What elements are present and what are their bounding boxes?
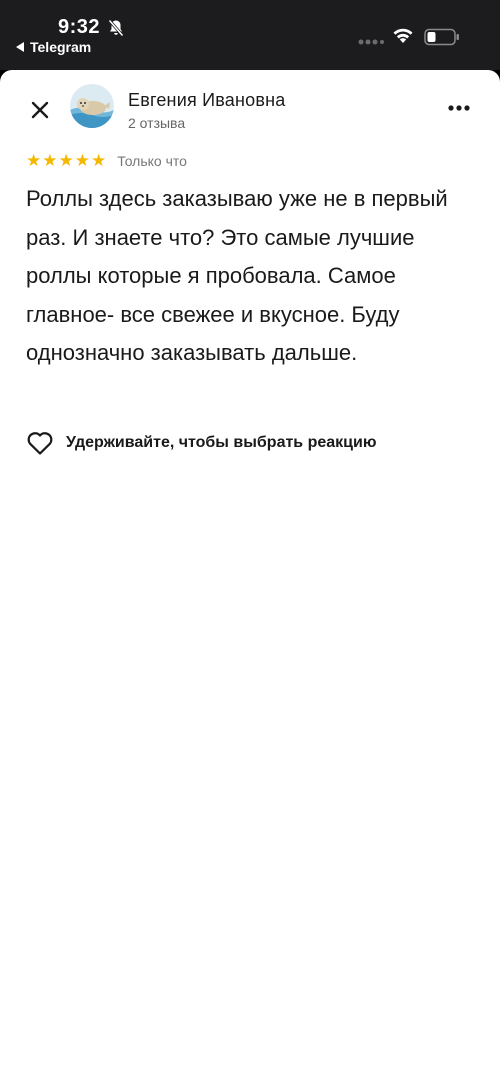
author-review-count: 2 отзыва — [128, 115, 186, 131]
star-icon: ★ — [26, 151, 42, 170]
close-icon — [31, 101, 49, 119]
back-to-telegram-link[interactable]: Telegram — [16, 39, 91, 55]
avatar[interactable] — [70, 84, 114, 128]
star-icon: ★ — [58, 151, 74, 170]
star-rating: ★ ★ ★ ★ ★ — [26, 152, 106, 169]
star-icon: ★ — [42, 151, 58, 170]
rating-row: ★ ★ ★ ★ ★ Только что — [26, 152, 187, 169]
more-dots-icon — [448, 105, 470, 111]
status-bar: 9:32 Telegram — [0, 0, 500, 70]
star-icon: ★ — [91, 151, 107, 170]
more-options-button[interactable] — [444, 96, 474, 120]
review-sheet: Евгения Ивановна 2 отзыва ★ ★ ★ ★ ★ Толь… — [0, 70, 500, 1085]
battery-icon — [424, 28, 459, 46]
bell-off-icon — [108, 19, 124, 37]
author-name[interactable]: Евгения Ивановна — [128, 90, 285, 111]
status-time: 9:32 — [58, 16, 101, 38]
wifi-icon — [393, 28, 413, 43]
close-button[interactable] — [24, 94, 56, 126]
signal-dots-icon — [358, 39, 384, 45]
seal-avatar-icon — [70, 84, 114, 128]
reaction-button[interactable]: Удерживайте, чтобы выбрать реакцию — [26, 430, 377, 456]
review-text: Роллы здесь заказываю уже не в первый ра… — [26, 186, 448, 365]
reaction-hint: Удерживайте, чтобы выбрать реакцию — [66, 434, 377, 451]
back-arrow-icon — [16, 42, 24, 52]
back-app-label: Telegram — [30, 39, 92, 55]
heart-icon — [27, 432, 53, 455]
star-icon: ★ — [74, 151, 90, 170]
review-timestamp: Только что — [117, 152, 187, 169]
